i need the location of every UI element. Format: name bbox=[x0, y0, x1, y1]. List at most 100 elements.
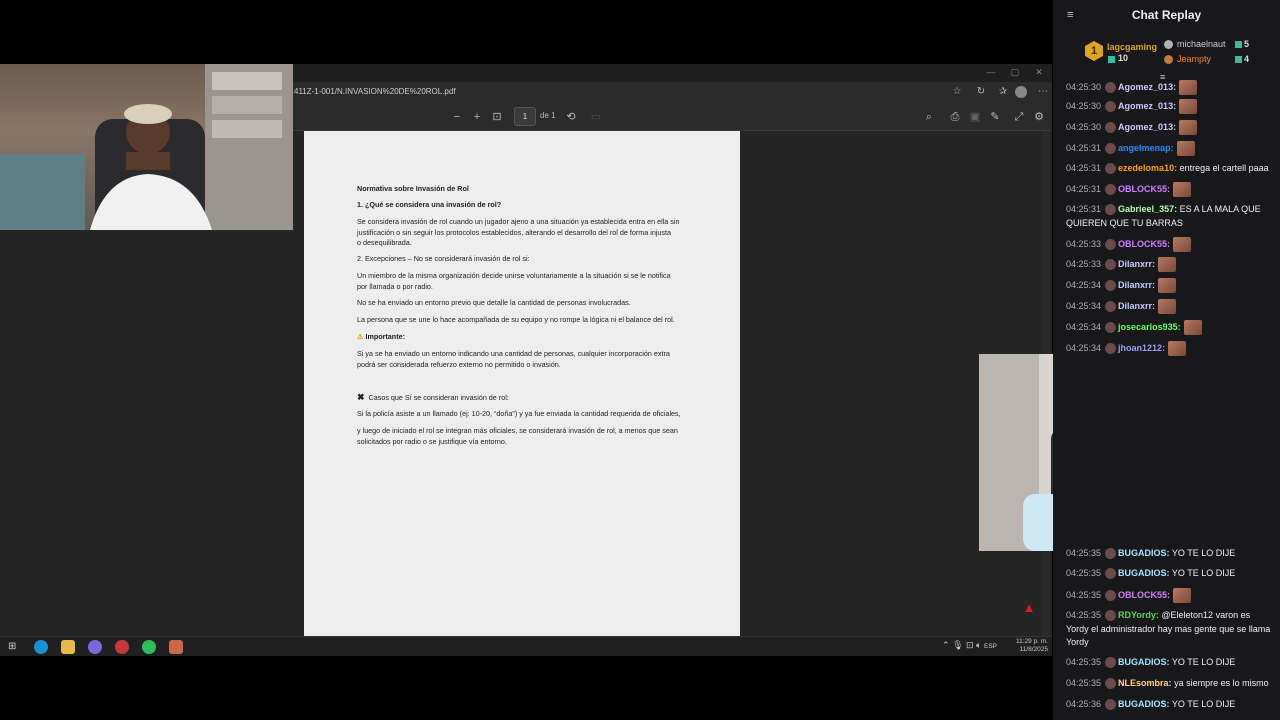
leaderboard-name-1[interactable]: lagcgaming bbox=[1107, 42, 1157, 52]
volume-icon[interactable]: 🔈︎ bbox=[976, 640, 981, 650]
message-timestamp: 04:25:31 bbox=[1066, 204, 1102, 214]
message-text: YO TE LO DIJE bbox=[1169, 568, 1236, 578]
message-username[interactable]: BUGADIOS: bbox=[1118, 568, 1170, 578]
message-timestamp: 04:25:33 bbox=[1066, 258, 1102, 269]
user-badge-icon bbox=[1105, 699, 1117, 711]
message-username[interactable]: josecarlos935: bbox=[1118, 322, 1181, 332]
message-username[interactable]: NLEsombra: bbox=[1118, 678, 1172, 688]
section-2-heading: 2. Excepciones – No se considerará invas… bbox=[357, 254, 530, 263]
network-icon[interactable]: ⊡ bbox=[966, 640, 974, 650]
message-text: YO TE LO DIJE bbox=[1169, 657, 1236, 667]
paragraph-line: podrá ser considerada refuerzo externo n… bbox=[357, 359, 561, 369]
paragraph-line: por llamada o por radio. bbox=[357, 281, 433, 291]
message-username[interactable]: jhoan1212: bbox=[1118, 343, 1165, 353]
acrobat-icon[interactable]: ▲ bbox=[1022, 601, 1036, 615]
file-explorer-icon[interactable] bbox=[61, 640, 75, 654]
fit-page-icon[interactable]: ⊡ bbox=[490, 110, 504, 124]
chat-message: 04:25:34 josecarlos935: bbox=[1066, 320, 1271, 335]
message-username[interactable]: Dilanxrr: bbox=[1118, 259, 1155, 269]
close-icon[interactable]: ✕ bbox=[1028, 67, 1050, 78]
message-username[interactable]: OBLOCK55: bbox=[1118, 590, 1170, 600]
message-timestamp: 04:25:35 bbox=[1066, 548, 1102, 558]
profile-avatar[interactable] bbox=[1015, 86, 1027, 98]
taskbar-clock[interactable]: 11:29 p. m. 11/8/2025 bbox=[1012, 638, 1048, 654]
message-username[interactable]: BUGADIOS: bbox=[1118, 548, 1170, 558]
emote-image bbox=[1158, 278, 1177, 293]
user-badge-icon bbox=[1105, 143, 1117, 154]
fullscreen-icon[interactable]: ⤢ bbox=[1012, 110, 1026, 124]
chevron-up-icon[interactable]: ⌃ bbox=[942, 640, 950, 650]
search-icon[interactable]: ⌕ bbox=[922, 110, 936, 124]
message-timestamp: 04:25:30 bbox=[1066, 100, 1102, 111]
app-icon[interactable] bbox=[169, 640, 183, 654]
message-timestamp: 04:25:34 bbox=[1066, 279, 1102, 290]
zoom-in-icon[interactable]: + bbox=[470, 110, 484, 124]
message-username[interactable]: ezedeloma10: bbox=[1118, 163, 1177, 173]
emote-image bbox=[1179, 99, 1198, 114]
clock-time: 11:29 p. m. bbox=[1015, 638, 1048, 645]
user-badge-icon bbox=[1105, 122, 1117, 133]
star-icon[interactable]: ☆ bbox=[950, 85, 964, 99]
user-badge-icon bbox=[1105, 204, 1117, 216]
app-icon[interactable] bbox=[88, 640, 102, 654]
user-badge-icon bbox=[1105, 239, 1117, 250]
page-count: de 1 bbox=[540, 111, 556, 120]
favorites-icon[interactable]: ✰ bbox=[996, 85, 1010, 99]
user-badge-icon bbox=[1105, 590, 1117, 601]
message-text: YO TE LO DIJE bbox=[1169, 548, 1236, 558]
message-username[interactable]: angelmenap: bbox=[1118, 143, 1174, 153]
url-text[interactable]: 411Z-1-001/N.INVASION%20DE%20ROL.pdf bbox=[294, 87, 456, 96]
rank-2-badge bbox=[1164, 40, 1173, 49]
user-badge-icon bbox=[1105, 610, 1117, 622]
message-username[interactable]: Dilanxrr: bbox=[1118, 301, 1155, 311]
refresh-icon[interactable]: ↻ bbox=[974, 85, 988, 99]
message-username[interactable]: Agomez_013: bbox=[1118, 82, 1176, 92]
chat-leaderboard: 1 lagcgaming 10 michaelnaut 5 Jeampty 4 … bbox=[1053, 32, 1280, 82]
chat-message: 04:25:35 BUGADIOS: YO TE LO DIJE bbox=[1066, 656, 1271, 670]
zoom-out-icon[interactable]: − bbox=[450, 110, 464, 124]
language-indicator[interactable]: ESP bbox=[984, 643, 997, 650]
minimize-icon[interactable]: — bbox=[980, 67, 1002, 77]
page-view-icon[interactable]: ▭ bbox=[589, 110, 603, 124]
gift-icon bbox=[1235, 56, 1242, 63]
more-icon[interactable]: ⋯ bbox=[1036, 85, 1050, 99]
message-username[interactable]: Agomez_013: bbox=[1118, 101, 1176, 111]
microphone-icon[interactable]: 🎙︎ bbox=[952, 640, 963, 650]
message-username[interactable]: OBLOCK55: bbox=[1118, 184, 1170, 194]
page-number-input[interactable]: 1 bbox=[514, 107, 536, 126]
warning-icon: ⚠ bbox=[357, 332, 364, 341]
message-username[interactable]: BUGADIOS: bbox=[1118, 699, 1170, 709]
message-username[interactable]: RDYordy: bbox=[1118, 610, 1159, 620]
leaderboard-name-2[interactable]: michaelnaut bbox=[1177, 39, 1226, 49]
save-icon[interactable]: ▣ bbox=[968, 110, 982, 124]
cross-mark-icon: ✖ bbox=[357, 392, 365, 402]
windows-start-icon[interactable]: ⊞ bbox=[8, 641, 16, 652]
emote-image bbox=[1179, 80, 1198, 95]
message-username[interactable]: Gabrieel_357: bbox=[1118, 204, 1177, 214]
message-username[interactable]: BUGADIOS: bbox=[1118, 657, 1170, 667]
message-username[interactable]: OBLOCK55: bbox=[1118, 239, 1170, 249]
print-icon[interactable]: ⎙ bbox=[948, 110, 962, 124]
clock-date: 11/8/2025 bbox=[1019, 646, 1048, 653]
cases-label: Casos que Sí se consideran invasión de r… bbox=[368, 393, 509, 402]
message-username[interactable]: Dilanxrr: bbox=[1118, 280, 1155, 290]
message-username[interactable]: Agomez_013: bbox=[1118, 122, 1176, 132]
rotate-icon[interactable]: ⟲ bbox=[564, 110, 578, 124]
rank-3-badge bbox=[1164, 55, 1173, 64]
app-icon[interactable] bbox=[115, 640, 129, 654]
message-timestamp: 04:25:35 bbox=[1066, 678, 1102, 688]
user-badge-icon bbox=[1105, 322, 1117, 333]
settings-gear-icon[interactable]: ⚙ bbox=[1032, 110, 1046, 124]
maximize-icon[interactable]: ▢ bbox=[1004, 67, 1026, 78]
whatsapp-icon[interactable] bbox=[142, 640, 156, 654]
draw-icon[interactable]: ✎ bbox=[988, 110, 1002, 124]
leaderboard-name-3[interactable]: Jeampty bbox=[1177, 54, 1211, 64]
emote-image bbox=[1168, 341, 1187, 356]
user-badge-icon bbox=[1105, 568, 1117, 580]
chat-message: 04:25:36 BUGADIOS: YO TE LO DIJE bbox=[1066, 698, 1271, 712]
chat-message: 04:25:33 Dilanxrr: bbox=[1066, 257, 1271, 272]
chat-message: 04:25:35 RDYordy: @Eleleton12 varon es Yo… bbox=[1066, 609, 1271, 650]
user-badge-icon bbox=[1105, 280, 1117, 291]
emote-image bbox=[1173, 182, 1192, 197]
edge-browser-icon[interactable] bbox=[34, 640, 48, 654]
